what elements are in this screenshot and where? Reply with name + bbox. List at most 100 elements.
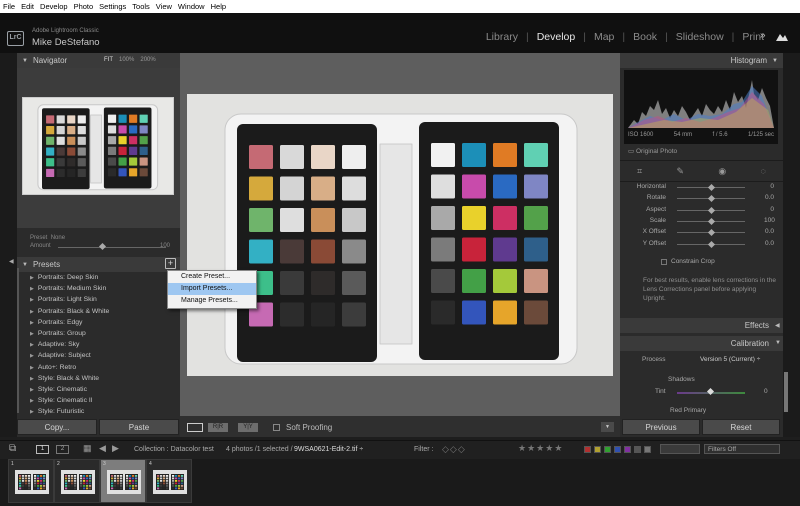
constrain-crop-checkbox[interactable] — [661, 259, 667, 265]
module-slideshow[interactable]: Slideshow — [676, 31, 724, 43]
filmstrip-thumbnail[interactable]: 4 — [146, 459, 192, 503]
forward-arrow-icon[interactable]: ▶ — [112, 443, 119, 454]
no-label-filter[interactable] — [634, 446, 641, 453]
color-patch — [107, 136, 117, 145]
preset-group-item[interactable]: ▶ Adaptive: Subject — [17, 350, 180, 361]
right-panel-scrollbar[interactable] — [784, 372, 788, 412]
histogram-header[interactable]: Histogram ▼ — [620, 53, 783, 68]
add-preset-button[interactable]: + — [165, 258, 176, 269]
menu-view[interactable]: View — [156, 2, 172, 11]
healing-tool-icon[interactable]: ✎ — [677, 166, 685, 177]
green-label-filter[interactable] — [604, 446, 611, 453]
preset-group-item[interactable]: ▶ Portraits: Group — [17, 328, 180, 339]
loupe-view-icon[interactable] — [187, 423, 203, 432]
filmstrip-thumbnail[interactable]: 1 — [8, 459, 54, 503]
lrc-logo: LrC — [7, 31, 24, 46]
main-photo[interactable] — [187, 94, 613, 376]
effects-header[interactable]: Effects — [620, 318, 783, 333]
preset-group-item[interactable]: ▶ Portraits: Light Skin — [17, 294, 180, 305]
expand-arrow-icon: ▶ — [30, 308, 34, 315]
color-patch — [311, 208, 335, 232]
thumbnail-index: 4 — [149, 461, 152, 467]
menu-develop[interactable]: Develop — [40, 2, 68, 11]
red-eye-tool-icon[interactable]: ◉ — [718, 166, 726, 177]
previous-button[interactable]: Previous — [622, 419, 700, 435]
preset-group-label: Portraits: Light Skin — [37, 296, 97, 304]
menu-photo[interactable]: Photo — [74, 2, 94, 11]
module-library[interactable]: Library — [486, 31, 518, 43]
color-patch — [67, 158, 76, 167]
preset-group-item[interactable]: ▶ Portraits: Black & White — [17, 306, 180, 317]
calibration-header[interactable]: Calibration — [620, 336, 783, 351]
menu-file[interactable]: File — [3, 2, 15, 11]
crop-tool-icon[interactable]: ⌗ — [637, 166, 642, 177]
collapse-left-panel-icon[interactable]: ◀ — [9, 258, 14, 265]
preset-group-item[interactable]: ▶ Auto+: Retro — [17, 362, 180, 373]
soft-proofing-checkbox[interactable] — [273, 424, 280, 431]
menu-edit[interactable]: Edit — [21, 2, 34, 11]
zoom-100[interactable]: 100% — [119, 57, 134, 63]
zoom-200[interactable]: 200% — [140, 57, 155, 63]
masking-tool-icon[interactable]: ◌ — [760, 166, 765, 176]
module-separator: | — [665, 31, 668, 43]
expand-arrow-icon: ▶ — [30, 386, 34, 393]
before-after-swap-button[interactable]: Y|Y — [238, 423, 258, 432]
expand-effects-icon[interactable]: ◀ — [775, 322, 780, 329]
filters-off-select[interactable]: Filters Off — [704, 444, 780, 454]
back-arrow-icon[interactable]: ◀ — [99, 443, 106, 454]
purple-label-filter[interactable] — [624, 446, 631, 453]
other-label-filter[interactable] — [644, 446, 651, 453]
collection-source[interactable]: Collection : Datacolor test — [134, 446, 214, 453]
secondary-window-icon[interactable]: ⧉ — [9, 443, 16, 454]
filmstrip-thumbnail[interactable]: 2 — [54, 459, 100, 503]
collapse-calibration-icon[interactable]: ▼ — [775, 340, 781, 346]
preset-group-item[interactable]: ▶ Style: Cinematic — [17, 384, 180, 395]
menu-help[interactable]: Help — [211, 2, 226, 11]
reset-button[interactable]: Reset — [702, 419, 780, 435]
module-develop[interactable]: Develop — [537, 31, 576, 43]
module-map[interactable]: Map — [594, 31, 614, 43]
amount-slider-track[interactable] — [58, 247, 166, 248]
preset-group-item[interactable]: ▶ Style: Black & White — [17, 373, 180, 384]
histogram-exif: ISO 1600 54 mm f / 5.6 1/125 sec — [628, 132, 774, 138]
color-patch — [493, 237, 517, 262]
preset-group-item[interactable]: ▶ Style: Futuristic — [17, 406, 180, 417]
color-patch — [311, 176, 335, 201]
more-modules-icon[interactable]: » — [760, 30, 766, 41]
rating-filter[interactable]: ★★★★★ — [518, 443, 563, 454]
menu-window[interactable]: Window — [178, 2, 205, 11]
preset-group-item[interactable]: ▶ Style: Cinematic II — [17, 395, 180, 406]
preset-group-item[interactable]: ▶ Portraits: Edgy — [17, 317, 180, 328]
original-photo-indicator[interactable]: ▭ Original Photo — [628, 147, 677, 155]
red-label-filter[interactable] — [584, 446, 591, 453]
filter-preset-toggle[interactable] — [660, 444, 700, 454]
preset-group-item[interactable]: ▶ Portraits: Deep Skin — [17, 272, 180, 283]
preset-group-item[interactable]: ▶ Portraits: Medium Skin — [17, 283, 180, 294]
navigator-thumbnail[interactable] — [22, 97, 174, 195]
second-window-button[interactable]: 2 — [56, 445, 69, 454]
yellow-label-filter[interactable] — [594, 446, 601, 453]
context-menu-item[interactable]: Import Presets... — [168, 283, 256, 295]
grid-view-icon[interactable]: ▦ — [83, 443, 92, 454]
copy-button[interactable]: Copy... — [17, 419, 97, 435]
color-patch — [524, 174, 548, 199]
process-version-select[interactable]: Version 5 (Current) ÷ — [700, 356, 760, 363]
main-window-button[interactable]: 1 — [36, 445, 49, 454]
paste-button[interactable]: Paste — [99, 419, 179, 435]
color-patch — [118, 168, 127, 177]
color-patch — [118, 125, 127, 134]
module-book[interactable]: Book — [633, 31, 657, 43]
presets-header[interactable]: ▼ Presets — [17, 257, 180, 272]
flag-filter-icons[interactable]: ◇◇◇ — [442, 444, 466, 455]
menu-tools[interactable]: Tools — [132, 2, 150, 11]
blue-label-filter[interactable] — [614, 446, 621, 453]
context-menu-item[interactable]: Manage Presets... — [168, 295, 256, 307]
filmstrip-thumbnail[interactable]: 3 — [100, 459, 146, 503]
menu-settings[interactable]: Settings — [99, 2, 126, 11]
context-menu-item[interactable]: Create Preset... — [168, 271, 256, 283]
color-patch — [280, 208, 304, 232]
before-after-button[interactable]: R|R — [208, 423, 228, 432]
zoom-fit[interactable]: FIT — [104, 57, 113, 63]
toolbar-options-dropdown-icon[interactable]: ▼ — [601, 422, 614, 432]
preset-group-item[interactable]: ▶ Adaptive: Sky — [17, 339, 180, 350]
